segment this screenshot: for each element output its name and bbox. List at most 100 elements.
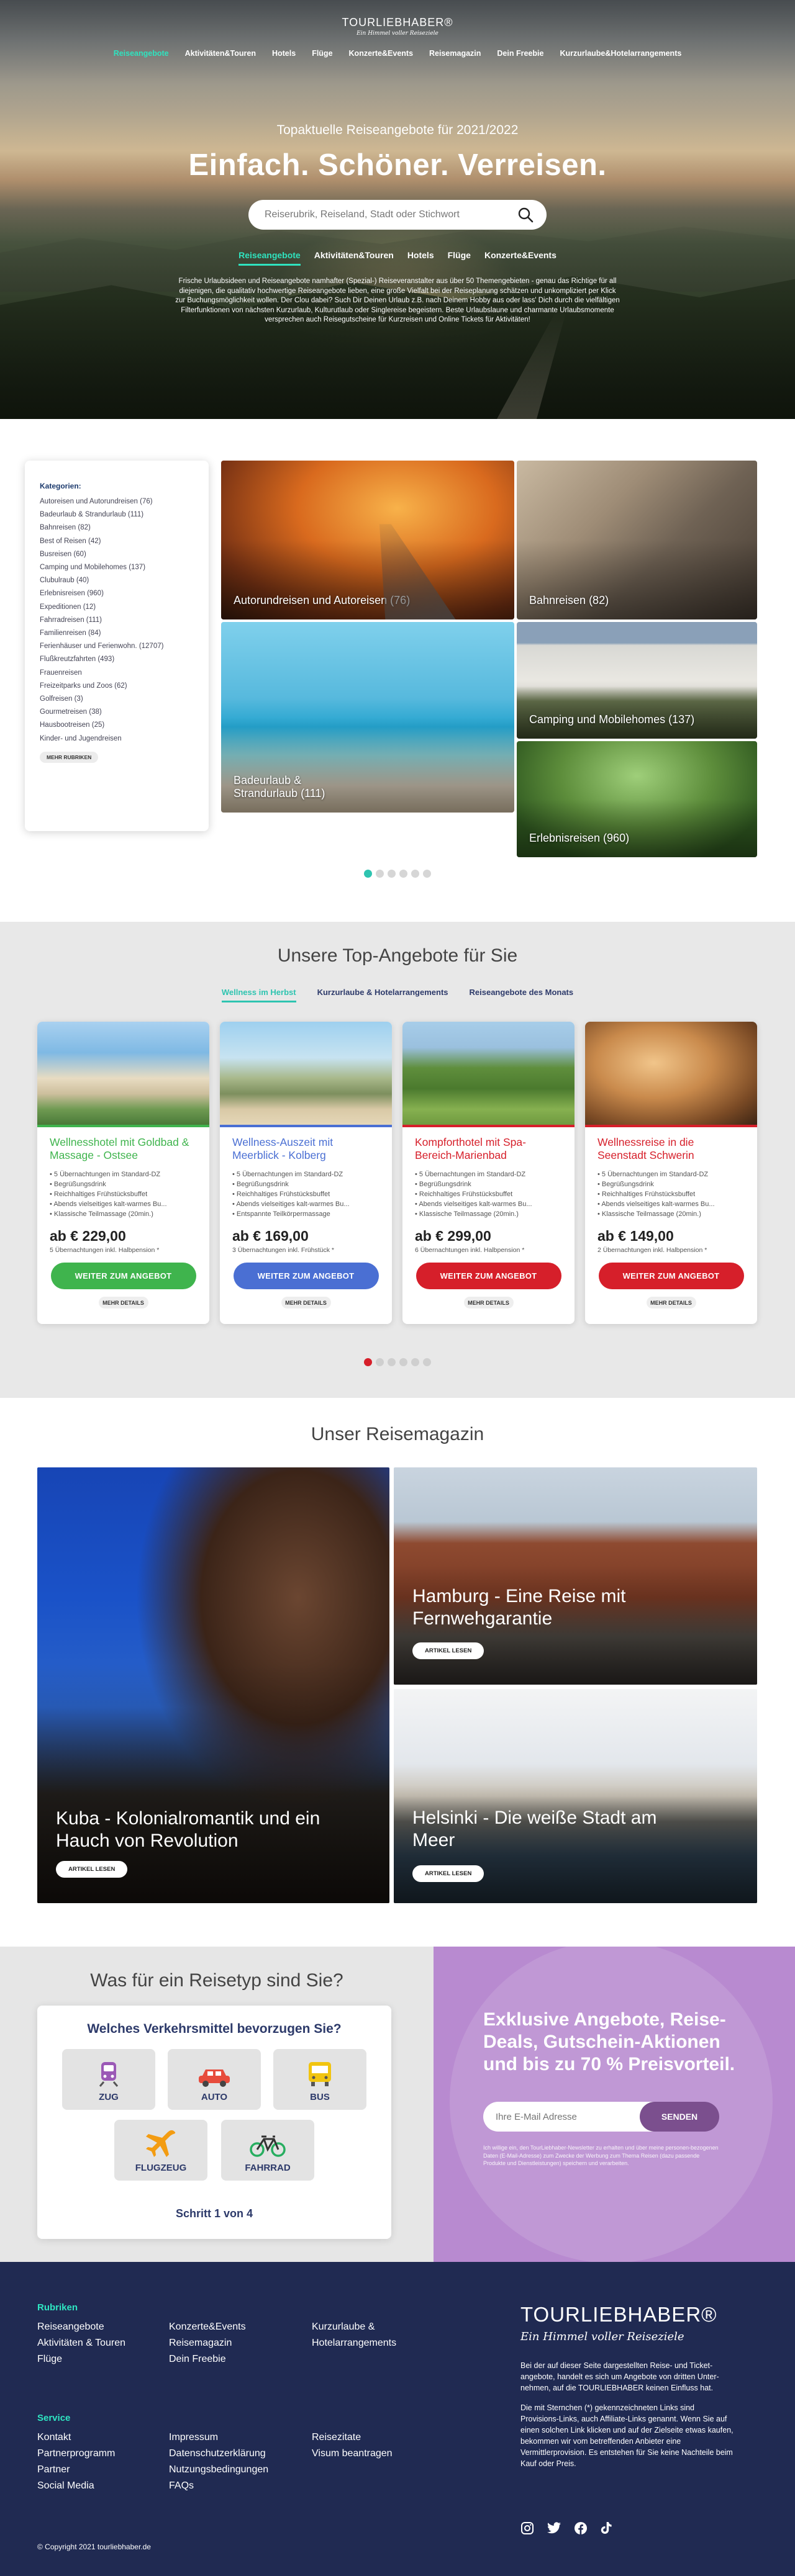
carousel-dot[interactable] [399,1358,407,1366]
carousel-dot[interactable] [388,1358,396,1366]
hero-tab-hotels[interactable]: Hotels [407,250,434,266]
offer-tab-kurzurlaube[interactable]: Kurzurlaube & Hotelarrangements [317,988,448,1002]
footer-link[interactable]: Impressum [169,2430,268,2446]
offer-image[interactable] [37,1022,209,1125]
tile-autoreisen[interactable]: Autorundreisen und Autoreisen (76) [221,461,514,619]
option-fahrrad[interactable]: FAHRRAD [221,2120,314,2181]
carousel-dot[interactable] [411,870,419,878]
footer-link[interactable]: Dein Freebie [169,2351,246,2367]
carousel-dot[interactable] [388,870,396,878]
read-article-button[interactable]: ARTIKEL LESEN [412,1865,484,1882]
article-helsinki[interactable]: Helsinki - Die weiße Stadt am Meer ARTIK… [394,1689,757,1903]
tiktok-icon[interactable] [600,2521,612,2538]
article-kuba[interactable]: Kuba - Kolonialromantik und ein Hauch vo… [37,1467,389,1903]
category-item[interactable]: Expeditionen (12) [40,601,194,614]
category-item[interactable]: Camping und Mobilehomes (137) [40,561,194,574]
nav-konzerte[interactable]: Konzerte&Events [349,49,414,58]
category-item[interactable]: Autoreisen und Autorundreisen (76) [40,495,194,508]
tile-camping[interactable]: Camping und Mobilehomes (137) [517,622,757,739]
article-hamburg[interactable]: Hamburg - Eine Reise mit Fernwehgarantie… [394,1467,757,1685]
footer-link[interactable]: Social Media [37,2478,115,2494]
hero-tab-konzerte[interactable]: Konzerte&Events [484,250,556,266]
footer-link[interactable]: Partnerprogramm [37,2446,115,2462]
hero-tab-fluege[interactable]: Flüge [448,250,471,266]
footer-link[interactable]: Reisezitate [312,2430,393,2446]
tile-erlebnisreisen[interactable]: Erlebnisreisen (960) [517,741,757,857]
carousel-dot[interactable] [399,870,407,878]
offer-details-button[interactable]: MEHR DETAILS [281,1297,331,1308]
more-categories-button[interactable]: MEHR RUBRIKEN [40,751,99,763]
offer-title[interactable]: Wellness-Auszeit mit Meerblick - Kolberg [232,1136,379,1167]
offer-cta-button[interactable]: WEITER ZUM ANGEBOT [50,1263,196,1289]
carousel-dot[interactable] [376,870,384,878]
footer-link[interactable]: Datenschutzerklärung [169,2446,268,2462]
category-item[interactable]: Kinder- und Jugendreisen [40,732,194,745]
facebook-icon[interactable] [574,2521,588,2538]
category-item[interactable]: Badeurlaub & Strandurlaub (111) [40,508,194,521]
nav-reiseangebote[interactable]: Reiseangebote [114,49,169,58]
option-auto[interactable]: AUTO [168,2049,261,2110]
carousel-dot[interactable] [364,1358,372,1366]
offer-image[interactable] [585,1022,757,1125]
offer-details-button[interactable]: MEHR DETAILS [646,1297,696,1308]
footer-link[interactable]: Kurzurlaube & [312,2319,396,2335]
category-item[interactable]: Flußkreutzfahrten (493) [40,653,194,666]
instagram-icon[interactable] [520,2521,534,2538]
footer-link[interactable]: FAQs [169,2478,268,2494]
option-bus[interactable]: BUS [273,2049,366,2110]
footer-logo[interactable]: TOURLIEBHABER® Ein Himmel voller Reisezi… [520,2303,717,2343]
category-item[interactable]: Gourmetreisen (38) [40,706,194,719]
read-article-button[interactable]: ARTIKEL LESEN [56,1861,128,1878]
offer-cta-button[interactable]: WEITER ZUM ANGEBOT [598,1263,744,1289]
offer-cta-button[interactable]: WEITER ZUM ANGEBOT [416,1263,561,1289]
newsletter-email-input[interactable] [483,2102,655,2132]
footer-link[interactable]: Partner [37,2462,115,2478]
search-icon[interactable] [516,205,535,225]
category-item[interactable]: Bahnreisen (82) [40,521,194,534]
category-item[interactable]: Frauenreisen [40,667,194,680]
category-item[interactable]: Best of Reisen (42) [40,535,194,548]
footer-link[interactable]: Flüge [37,2351,125,2367]
nav-reisemagazin[interactable]: Reisemagazin [429,49,481,58]
nav-hotels[interactable]: Hotels [272,49,296,58]
category-item[interactable]: Freizeitparks und Zoos (62) [40,680,194,693]
offer-title[interactable]: Kompforthotel mit Spa-Bereich-Marienbad [415,1136,562,1167]
carousel-dot[interactable] [423,1358,431,1366]
category-item[interactable]: Golfreisen (3) [40,693,194,706]
carousel-dot[interactable] [411,1358,419,1366]
offer-tab-monat[interactable]: Reiseangebote des Monats [470,988,574,1002]
footer-link[interactable]: Nutzungsbedingungen [169,2462,268,2478]
hero-tab-aktivitaeten[interactable]: Aktivitäten&Touren [314,250,394,266]
offer-image[interactable] [220,1022,392,1125]
footer-link[interactable]: Reiseangebote [37,2319,125,2335]
category-item[interactable]: Hausbootreisen (25) [40,719,194,732]
carousel-dot[interactable] [364,870,372,878]
read-article-button[interactable]: ARTIKEL LESEN [412,1642,484,1659]
footer-link[interactable]: Kontakt [37,2430,115,2446]
footer-link[interactable]: Aktivitäten & Touren [37,2335,125,2351]
nav-kurzurlaube[interactable]: Kurzurlaube&Hotelarrangements [560,49,681,58]
footer-link[interactable]: Konzerte&Events [169,2319,246,2335]
newsletter-send-button[interactable]: SENDEN [640,2102,719,2132]
logo[interactable]: TOURLIEBHABER® Ein Himmel voller Reisezi… [0,16,795,37]
category-item[interactable]: Busreisen (60) [40,548,194,561]
offer-details-button[interactable]: MEHR DETAILS [463,1297,514,1308]
offer-cta-button[interactable]: WEITER ZUM ANGEBOT [233,1263,379,1289]
tile-badeurlaub[interactable]: Badeurlaub & Strandurlaub (111) [221,622,514,813]
twitter-icon[interactable] [547,2521,561,2538]
category-item[interactable]: Ferienhäuser und Ferienwohn. (12707) [40,640,194,653]
category-item[interactable]: Erlebnisreisen (960) [40,587,194,600]
footer-link[interactable]: Hotelarrangements [312,2335,396,2351]
carousel-dot[interactable] [423,870,431,878]
offer-image[interactable] [402,1022,575,1125]
option-zug[interactable]: ZUG [62,2049,155,2110]
option-flugzeug[interactable]: FLUGZEUG [114,2120,207,2181]
category-item[interactable]: Clubulraub (40) [40,574,194,587]
nav-fluege[interactable]: Flüge [312,49,332,58]
offer-title[interactable]: Wellnesshotel mit Goldbad & Massage - Os… [50,1136,197,1167]
footer-link[interactable]: Visum beantragen [312,2446,393,2462]
offer-details-button[interactable]: MEHR DETAILS [98,1297,148,1308]
offer-tab-wellness[interactable]: Wellness im Herbst [221,988,296,1002]
nav-freebie[interactable]: Dein Freebie [497,49,543,58]
hero-tab-reiseangebote[interactable]: Reiseangebote [238,250,301,266]
